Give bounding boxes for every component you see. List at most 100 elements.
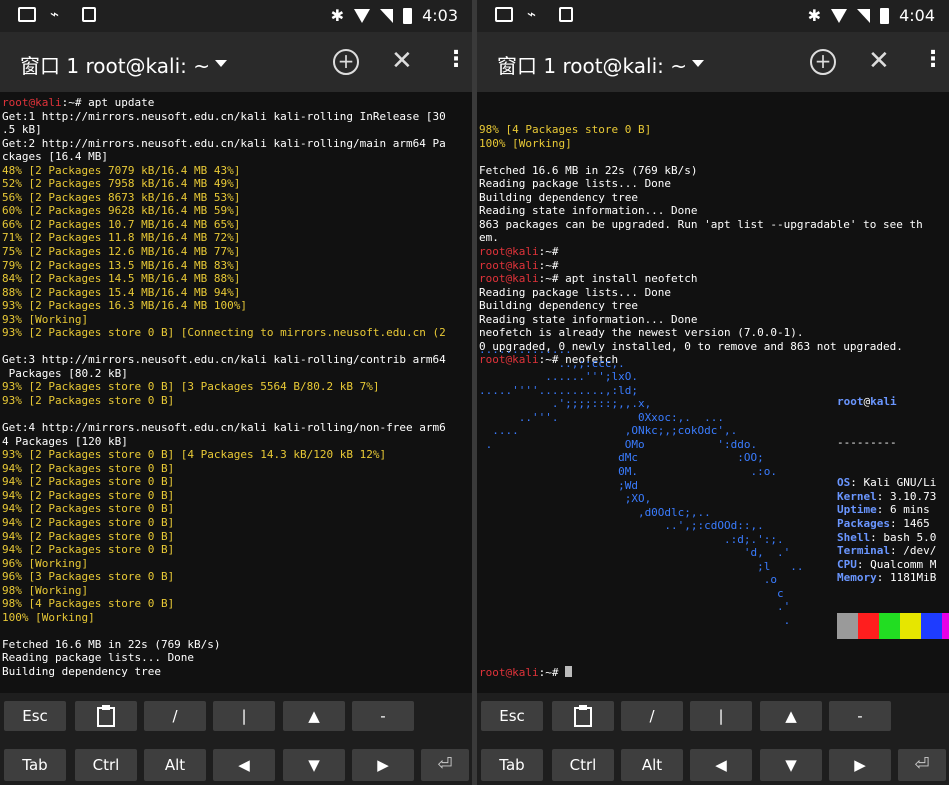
session-title[interactable]: 窗口 1 root@kali: ~ [497,50,687,79]
terminal-line: neofetch is already the newest version (… [479,326,949,340]
return-key[interactable]: ⏎ [898,749,946,781]
clipboard-key[interactable] [75,701,137,731]
satellite-icon: ⌁ [50,5,60,23]
terminal-line: ckages [16.4 MB] [2,150,472,164]
status-time: 4:03 [422,6,458,25]
terminal-line: Building dependency tree [479,299,949,313]
terminal-text: Get:2 http://mirrors.neusoft.edu.cn/kali… [2,136,446,150]
terminal-line: Packages [80.2 kB] [2,367,472,381]
terminal-text: 100% [Working] [479,136,572,150]
more-options-button[interactable]: ⋮ [922,47,944,72]
pipe-key[interactable]: | [690,701,752,731]
left-arrow-key[interactable]: ◀ [213,749,275,781]
color-swatch [879,613,900,639]
terminal-line: 94% [2 Packages store 0 B] [2,462,472,476]
down-arrow-key[interactable]: ▼ [283,749,345,781]
terminal-line: 79% [2 Packages 13.5 MB/16.4 MB 83%] [2,259,472,273]
terminal-line: Building dependency tree [479,191,949,205]
terminal-text: 93% [2 Packages store 0 B] [Connecting t… [2,326,446,340]
neofetch-art-line: .....''''..........,:ld; [479,383,638,397]
neofetch-info-value: Qualcomm M [870,557,937,571]
clipboard-key[interactable] [552,701,614,731]
terminal-output[interactable]: root@kali:~# apt update Get:1 http://mirr… [2,96,472,691]
terminal-text: 71% [2 Packages 11.8 MB/16.4 MB 72%] [2,231,241,245]
cell-signal-icon [380,8,394,23]
neofetch-host: kali [870,395,897,409]
cell-signal-icon [857,8,871,23]
pipe-key[interactable]: | [213,701,275,731]
session-dropdown-icon[interactable] [692,60,704,67]
right-arrow-key[interactable]: ▶ [352,749,414,781]
prompt-user-host: root@kali [479,245,539,259]
neofetch-info-row: Shell: bash 5.0 [837,530,937,544]
terminal-text: 48% [2 Packages 7079 kB/16.4 MB 43%] [2,163,241,177]
neofetch-info-row: Uptime: 6 mins [837,503,930,517]
tab-key[interactable]: Tab [481,749,543,781]
close-session-button[interactable]: ✕ [868,46,890,76]
dash-key[interactable]: - [352,701,414,731]
terminal-line: Reading package lists... Done [479,286,949,300]
new-session-button[interactable]: + [810,49,836,75]
terminal-text: Fetched 16.6 MB in 22s (769 kB/s) [479,163,698,177]
alt-key[interactable]: Alt [144,749,206,781]
return-key[interactable]: ⏎ [421,749,469,781]
close-session-button[interactable]: ✕ [391,46,413,76]
terminal-line: 96% [Working] [2,557,472,571]
terminal-line: 84% [2 Packages 14.5 MB/16.4 MB 88%] [2,272,472,286]
more-options-button[interactable]: ⋮ [445,47,467,72]
color-swatches [837,613,949,639]
terminal-line: 48% [2 Packages 7079 kB/16.4 MB 43%] [2,164,472,178]
terminal-text: 863 packages can be upgraded. Run 'apt l… [479,217,923,231]
terminal-text: 94% [2 Packages store 0 B] [2,461,175,475]
neofetch-info-value: 6 mins [890,503,930,517]
alt-key[interactable]: Alt [621,749,683,781]
terminal-line: 56% [2 Packages 8673 kB/16.4 MB 53%] [2,191,472,205]
terminal-line: 98% [Working] [2,584,472,598]
clipboard-icon [97,705,115,727]
terminal-text: 93% [Working] [2,312,89,326]
left-arrow-key[interactable]: ◀ [690,749,752,781]
session-title[interactable]: 窗口 1 root@kali: ~ [20,50,210,79]
down-arrow-key[interactable]: ▼ [760,749,822,781]
bluetooth-icon: ✱ [807,6,822,25]
terminal-text: 84% [2 Packages 14.5 MB/16.4 MB 88%] [2,272,241,286]
terminal-text: 98% [4 Packages store 0 B] [2,597,175,611]
ctrl-key[interactable]: Ctrl [75,749,137,781]
slash-key[interactable]: / [621,701,683,731]
new-session-button[interactable]: + [333,49,359,75]
terminal-line: Reading package lists... Done [479,177,949,191]
session-dropdown-icon[interactable] [215,60,227,67]
terminal-text: 94% [2 Packages store 0 B] [2,488,175,502]
neofetch-art-line: .' [479,600,791,614]
terminal-text: 94% [2 Packages store 0 B] [2,543,175,557]
terminal-text: :~# apt install neofetch [538,272,698,286]
neofetch-art-line: . OMo ':ddo. [479,437,758,451]
terminal-line: 94% [2 Packages store 0 B] [2,516,472,530]
terminal-line: 93% [2 Packages store 0 B] [3 Packages 5… [2,380,472,394]
neofetch-art-line: ;l .. [479,559,804,573]
terminal-output[interactable]: 98% [4 Packages store 0 B] 100% [Working]… [479,96,949,691]
slash-key[interactable]: / [144,701,206,731]
terminal-line: 98% [4 Packages store 0 B] [479,123,949,137]
neofetch-info-value: 1181MiB [890,571,937,585]
right-arrow-key[interactable]: ▶ [829,749,891,781]
terminal-text: 94% [2 Packages store 0 B] [2,502,175,516]
wifi-icon [354,8,371,23]
neofetch-art-line: ,d0Odlc;,.. [479,505,711,519]
up-arrow-key[interactable]: ▲ [760,701,822,731]
ctrl-key[interactable]: Ctrl [552,749,614,781]
dash-key[interactable]: - [829,701,891,731]
terminal-text: 52% [2 Packages 7958 kB/16.4 MB 49%] [2,177,241,191]
screen-icon [495,7,513,22]
shell-prompt[interactable]: root@kali:~# [479,666,573,680]
tab-key[interactable]: Tab [4,749,66,781]
terminal-line: Fetched 16.6 MB in 22s (769 kB/s) [2,638,472,652]
neofetch-info-row: Kernel: 3.10.73 [837,489,937,503]
up-arrow-key[interactable]: ▲ [283,701,345,731]
esc-key[interactable]: Esc [4,701,66,731]
neofetch-art-line: 0M. .:o. [479,464,778,478]
esc-key[interactable]: Esc [481,701,543,731]
terminal-line: Get:4 http://mirrors.neusoft.edu.cn/kali… [2,421,472,435]
terminal-line: Reading package lists... Done [2,651,472,665]
